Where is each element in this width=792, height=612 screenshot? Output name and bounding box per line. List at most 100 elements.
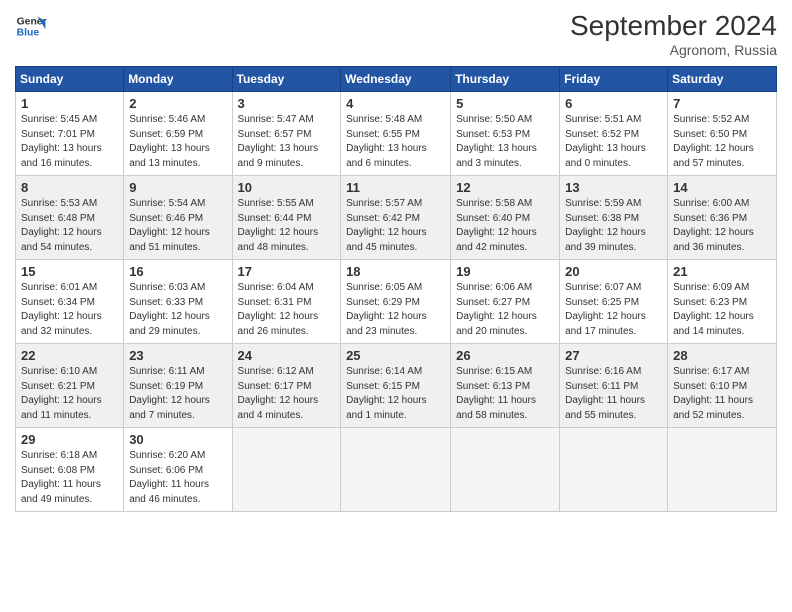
day-info: Sunrise: 5:47 AM Sunset: 6:57 PM Dayligh… — [238, 113, 336, 171]
day-info: Sunrise: 6:03 AM Sunset: 6:33 PM Dayligh… — [129, 281, 226, 339]
calendar-cell — [232, 428, 341, 512]
calendar-cell: 24 Sunrise: 6:12 AM Sunset: 6:17 PM Dayli… — [232, 344, 341, 428]
day-info: Sunrise: 6:09 AM Sunset: 6:23 PM Dayligh… — [673, 281, 771, 339]
col-friday: Friday — [560, 67, 668, 92]
col-sunday: Sunday — [16, 67, 124, 92]
logo-icon: General Blue — [15, 10, 47, 42]
day-info: Sunrise: 5:58 AM Sunset: 6:40 PM Dayligh… — [456, 197, 554, 255]
day-info: Sunrise: 5:54 AM Sunset: 6:46 PM Dayligh… — [129, 197, 226, 255]
day-number: 2 — [129, 96, 226, 111]
day-info: Sunrise: 5:45 AM Sunset: 7:01 PM Dayligh… — [21, 113, 118, 171]
calendar-cell: 4 Sunrise: 5:48 AM Sunset: 6:55 PM Daylig… — [341, 92, 451, 176]
calendar-cell: 20 Sunrise: 6:07 AM Sunset: 6:25 PM Dayli… — [560, 260, 668, 344]
day-number: 17 — [238, 264, 336, 279]
day-info: Sunrise: 6:04 AM Sunset: 6:31 PM Dayligh… — [238, 281, 336, 339]
day-number: 18 — [346, 264, 445, 279]
col-monday: Monday — [124, 67, 232, 92]
day-info: Sunrise: 5:55 AM Sunset: 6:44 PM Dayligh… — [238, 197, 336, 255]
calendar-cell: 2 Sunrise: 5:46 AM Sunset: 6:59 PM Daylig… — [124, 92, 232, 176]
day-info: Sunrise: 6:15 AM Sunset: 6:13 PM Dayligh… — [456, 365, 554, 423]
calendar-cell — [668, 428, 777, 512]
week-row-5: 29Sunrise: 6:18 AM Sunset: 6:08 PM Dayli… — [16, 428, 777, 512]
day-number: 30 — [129, 432, 226, 447]
calendar-cell: 5 Sunrise: 5:50 AM Sunset: 6:53 PM Daylig… — [451, 92, 560, 176]
day-info: Sunrise: 6:20 AM Sunset: 6:06 PM Dayligh… — [129, 449, 226, 507]
day-info: Sunrise: 6:07 AM Sunset: 6:25 PM Dayligh… — [565, 281, 662, 339]
week-row-2: 8 Sunrise: 5:53 AM Sunset: 6:48 PM Daylig… — [16, 176, 777, 260]
logo: General Blue — [15, 10, 47, 42]
day-number: 4 — [346, 96, 445, 111]
calendar-cell: 19 Sunrise: 6:06 AM Sunset: 6:27 PM Dayli… — [451, 260, 560, 344]
day-number: 20 — [565, 264, 662, 279]
calendar-cell: 18 Sunrise: 6:05 AM Sunset: 6:29 PM Dayli… — [341, 260, 451, 344]
col-wednesday: Wednesday — [341, 67, 451, 92]
day-number: 5 — [456, 96, 554, 111]
day-info: Sunrise: 6:00 AM Sunset: 6:36 PM Dayligh… — [673, 197, 771, 255]
calendar-cell: 7 Sunrise: 5:52 AM Sunset: 6:50 PM Daylig… — [668, 92, 777, 176]
calendar-cell: 10 Sunrise: 5:55 AM Sunset: 6:44 PM Dayli… — [232, 176, 341, 260]
calendar-cell: 6 Sunrise: 5:51 AM Sunset: 6:52 PM Daylig… — [560, 92, 668, 176]
day-number: 22 — [21, 348, 118, 363]
day-number: 23 — [129, 348, 226, 363]
day-number: 10 — [238, 180, 336, 195]
calendar-cell: 27Sunrise: 6:16 AM Sunset: 6:11 PM Dayli… — [560, 344, 668, 428]
day-number: 13 — [565, 180, 662, 195]
calendar-cell: 9Sunrise: 5:54 AM Sunset: 6:46 PM Daylig… — [124, 176, 232, 260]
header-row: Sunday Monday Tuesday Wednesday Thursday… — [16, 67, 777, 92]
day-number: 19 — [456, 264, 554, 279]
calendar-cell: 23Sunrise: 6:11 AM Sunset: 6:19 PM Dayli… — [124, 344, 232, 428]
header: General Blue September 2024 Agronom, Rus… — [15, 10, 777, 58]
day-info: Sunrise: 5:48 AM Sunset: 6:55 PM Dayligh… — [346, 113, 445, 171]
day-number: 24 — [238, 348, 336, 363]
col-saturday: Saturday — [668, 67, 777, 92]
calendar-cell: 17 Sunrise: 6:04 AM Sunset: 6:31 PM Dayli… — [232, 260, 341, 344]
svg-text:Blue: Blue — [17, 28, 40, 39]
calendar-cell: 30 Sunrise: 6:20 AM Sunset: 6:06 PM Dayli… — [124, 428, 232, 512]
calendar-cell: 22 Sunrise: 6:10 AM Sunset: 6:21 PM Dayli… — [16, 344, 124, 428]
day-info: Sunrise: 5:51 AM Sunset: 6:52 PM Dayligh… — [565, 113, 662, 171]
week-row-1: 1 Sunrise: 5:45 AM Sunset: 7:01 PM Daylig… — [16, 92, 777, 176]
day-info: Sunrise: 5:46 AM Sunset: 6:59 PM Dayligh… — [129, 113, 226, 171]
day-number: 8 — [21, 180, 118, 195]
day-number: 11 — [346, 180, 445, 195]
col-tuesday: Tuesday — [232, 67, 341, 92]
day-info: Sunrise: 6:17 AM Sunset: 6:10 PM Dayligh… — [673, 365, 771, 423]
day-info: Sunrise: 6:10 AM Sunset: 6:21 PM Dayligh… — [21, 365, 118, 423]
calendar-cell: 11 Sunrise: 5:57 AM Sunset: 6:42 PM Dayli… — [341, 176, 451, 260]
day-info: Sunrise: 6:05 AM Sunset: 6:29 PM Dayligh… — [346, 281, 445, 339]
col-thursday: Thursday — [451, 67, 560, 92]
day-info: Sunrise: 5:52 AM Sunset: 6:50 PM Dayligh… — [673, 113, 771, 171]
day-number: 16 — [129, 264, 226, 279]
calendar-cell: 12Sunrise: 5:58 AM Sunset: 6:40 PM Dayli… — [451, 176, 560, 260]
calendar-table: Sunday Monday Tuesday Wednesday Thursday… — [15, 66, 777, 512]
day-number: 6 — [565, 96, 662, 111]
day-number: 1 — [21, 96, 118, 111]
day-info: Sunrise: 6:06 AM Sunset: 6:27 PM Dayligh… — [456, 281, 554, 339]
day-number: 3 — [238, 96, 336, 111]
day-number: 27 — [565, 348, 662, 363]
calendar-cell: 26Sunrise: 6:15 AM Sunset: 6:13 PM Dayli… — [451, 344, 560, 428]
day-number: 7 — [673, 96, 771, 111]
calendar-cell: 28 Sunrise: 6:17 AM Sunset: 6:10 PM Dayli… — [668, 344, 777, 428]
week-row-4: 22 Sunrise: 6:10 AM Sunset: 6:21 PM Dayli… — [16, 344, 777, 428]
calendar-cell: 21 Sunrise: 6:09 AM Sunset: 6:23 PM Dayli… — [668, 260, 777, 344]
day-number: 29 — [21, 432, 118, 447]
calendar-cell: 1 Sunrise: 5:45 AM Sunset: 7:01 PM Daylig… — [16, 92, 124, 176]
day-number: 21 — [673, 264, 771, 279]
day-info: Sunrise: 5:59 AM Sunset: 6:38 PM Dayligh… — [565, 197, 662, 255]
day-info: Sunrise: 6:12 AM Sunset: 6:17 PM Dayligh… — [238, 365, 336, 423]
day-info: Sunrise: 6:14 AM Sunset: 6:15 PM Dayligh… — [346, 365, 445, 423]
calendar-cell: 13 Sunrise: 5:59 AM Sunset: 6:38 PM Dayli… — [560, 176, 668, 260]
day-number: 14 — [673, 180, 771, 195]
calendar-cell — [560, 428, 668, 512]
day-info: Sunrise: 5:53 AM Sunset: 6:48 PM Dayligh… — [21, 197, 118, 255]
calendar-cell — [341, 428, 451, 512]
month-title: September 2024 — [570, 10, 777, 42]
calendar-cell: 3 Sunrise: 5:47 AM Sunset: 6:57 PM Daylig… — [232, 92, 341, 176]
calendar-cell — [451, 428, 560, 512]
page: General Blue September 2024 Agronom, Rus… — [0, 0, 792, 612]
week-row-3: 15Sunrise: 6:01 AM Sunset: 6:34 PM Dayli… — [16, 260, 777, 344]
day-info: Sunrise: 5:50 AM Sunset: 6:53 PM Dayligh… — [456, 113, 554, 171]
day-number: 28 — [673, 348, 771, 363]
day-info: Sunrise: 5:57 AM Sunset: 6:42 PM Dayligh… — [346, 197, 445, 255]
